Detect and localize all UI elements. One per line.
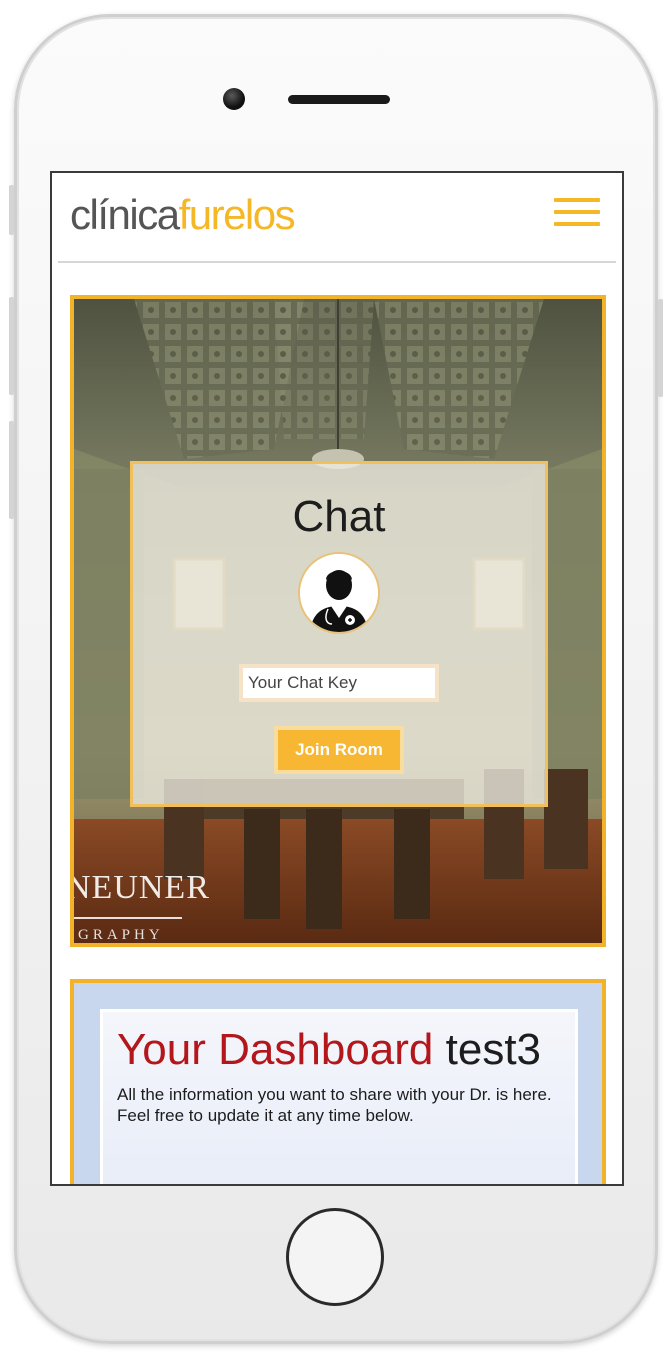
phone-screen: clínicafurelos NEUNER GRAPHY Chat Your C… xyxy=(50,171,624,1186)
dashboard-intro-line1: All the information you want to share wi… xyxy=(117,1085,552,1104)
site-logo[interactable]: clínicafurelos xyxy=(70,191,296,239)
chat-login-panel: Chat Join Room xyxy=(130,461,548,807)
watermark-divider xyxy=(74,917,182,919)
dashboard-card: Your Dashboard test3 All the information… xyxy=(100,1009,578,1184)
volume-up-button xyxy=(9,297,14,395)
dashboard-title: Your Dashboard test3 xyxy=(117,1028,561,1072)
home-button[interactable] xyxy=(286,1208,384,1306)
photographer-watermark: NEUNER xyxy=(70,869,210,906)
chat-hero-section: NEUNER GRAPHY Chat Join Room xyxy=(70,295,606,947)
earpiece-speaker xyxy=(288,95,390,104)
front-camera xyxy=(223,88,245,110)
join-room-button[interactable]: Join Room xyxy=(274,726,404,774)
mute-switch xyxy=(9,185,14,235)
dashboard-intro-line2: Feel free to update it at any time below… xyxy=(117,1106,414,1125)
logo-text-clinica: clínica xyxy=(70,191,180,238)
dashboard-username: test3 xyxy=(445,1025,542,1074)
watermark-subtext: GRAPHY xyxy=(78,927,164,943)
logo-text-furelos: furelos xyxy=(178,191,296,238)
dashboard-section: Your Dashboard test3 All the information… xyxy=(70,979,606,1184)
chat-key-input[interactable] xyxy=(239,664,439,702)
dashboard-intro: All the information you want to share wi… xyxy=(117,1084,561,1126)
chat-title: Chat xyxy=(292,492,386,541)
doctor-avatar-icon xyxy=(298,552,380,634)
volume-down-button xyxy=(9,421,14,519)
power-button xyxy=(658,299,663,397)
top-navbar: clínicafurelos xyxy=(58,173,616,263)
hamburger-menu-icon[interactable] xyxy=(554,198,600,228)
dashboard-title-text: Your Dashboard xyxy=(117,1025,434,1074)
